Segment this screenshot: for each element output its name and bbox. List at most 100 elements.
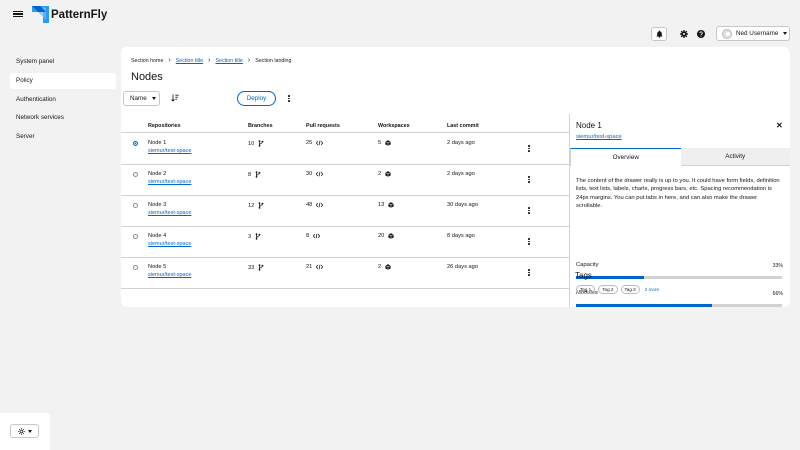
- last-commit-value: 30 days ago: [447, 202, 478, 208]
- workspaces-value: 13: [378, 202, 385, 208]
- sort-select[interactable]: Name: [123, 91, 160, 106]
- table-row[interactable]: Node 3 siemur/test-space 12 48 13 30 day…: [121, 196, 569, 227]
- settings-button[interactable]: [676, 27, 692, 41]
- cube-icon: [385, 140, 391, 146]
- row-select-radio[interactable]: [133, 203, 138, 208]
- row-repo-link[interactable]: siemur/test-space: [148, 241, 191, 247]
- sidebar-item-network-services[interactable]: Network services: [10, 110, 116, 126]
- row-select-radio[interactable]: [133, 172, 138, 177]
- prs-value: 30: [306, 171, 313, 177]
- progress-value-capacity: 33%: [772, 263, 783, 269]
- drawer-repo-link[interactable]: siemur/test-space: [576, 134, 622, 140]
- drawer-tags-section: Tags Tag 1 Tag 2 Tag 3 2 more: [569, 270, 790, 310]
- col-branches[interactable]: Branches: [248, 123, 273, 129]
- patternfly-logo-icon: [32, 6, 49, 23]
- row-name: Node 5: [148, 264, 167, 270]
- branches-cell: 12: [248, 202, 264, 209]
- sort-amount-down-icon[interactable]: [171, 94, 179, 102]
- main-card: Section home › Section title › Section t…: [121, 47, 790, 307]
- cube-icon: [385, 171, 391, 177]
- row-kebab-icon[interactable]: [528, 176, 530, 183]
- code-icon: [316, 264, 324, 270]
- row-kebab-icon[interactable]: [528, 269, 530, 276]
- theme-panel: [0, 413, 50, 450]
- more-tags-button[interactable]: 2 more: [645, 287, 659, 292]
- table-row[interactable]: Node 2 siemur/test-space 8 30 2 2 days a…: [121, 165, 569, 196]
- tags-heading: Tags: [575, 271, 592, 280]
- col-last-commit[interactable]: Last commit: [447, 123, 479, 129]
- prs-value: 48: [306, 202, 313, 208]
- col-repositories[interactable]: Repositories: [148, 123, 181, 129]
- table-row[interactable]: Node 4 siemur/test-space 3 8 20 8 days a…: [121, 227, 569, 258]
- branches-cell: 3: [248, 233, 261, 240]
- user-name: Ned Username: [736, 30, 779, 37]
- drawer-description: The content of the drawer really is up t…: [576, 178, 780, 210]
- workspaces-cell: 2: [378, 264, 391, 270]
- row-name: Node 1: [148, 140, 167, 146]
- hamburger-menu-icon[interactable]: [13, 9, 23, 19]
- toolbar-kebab-icon[interactable]: [288, 95, 290, 102]
- sidebar-item-policy[interactable]: Policy: [10, 72, 116, 89]
- notification-button[interactable]: [651, 27, 667, 41]
- row-kebab-icon[interactable]: [528, 238, 530, 245]
- deploy-button[interactable]: Deploy: [237, 91, 276, 106]
- progress-label-capacity: Capacity: [576, 262, 599, 268]
- code-icon: [316, 171, 324, 177]
- branches-value: 33: [248, 264, 255, 271]
- tag-label[interactable]: Tag 2: [598, 285, 618, 294]
- user-dropdown[interactable]: Ned Username: [716, 26, 790, 41]
- tag-label[interactable]: Tag 3: [620, 285, 640, 294]
- sidebar-item-server[interactable]: Server: [10, 129, 116, 145]
- avatar: [722, 28, 732, 39]
- sidebar-item-authentication[interactable]: Authentication: [10, 92, 116, 108]
- caret-down-icon: [783, 32, 788, 35]
- row-kebab-icon[interactable]: [528, 207, 530, 214]
- row-repo-link[interactable]: siemur/test-space: [148, 148, 191, 154]
- last-commit-value: 2 days ago: [447, 171, 475, 177]
- close-icon[interactable]: ✕: [776, 121, 783, 130]
- cube-icon: [385, 264, 391, 270]
- workspaces-value: 2: [378, 264, 382, 270]
- col-pull-requests[interactable]: Pull requests: [306, 123, 340, 129]
- prs-cell: 8: [306, 233, 321, 239]
- sidebar-item-system-panel[interactable]: System panel: [10, 54, 116, 70]
- tab-overview[interactable]: Overview: [570, 148, 681, 166]
- table-row[interactable]: Node 1 siemur/test-space 10 25 5 2 days …: [121, 134, 569, 165]
- branches-cell: 8: [248, 171, 261, 178]
- row-repo-link[interactable]: siemur/test-space: [148, 210, 191, 216]
- last-commit-value: 2 days ago: [447, 140, 475, 146]
- table-row[interactable]: Node 5 siemur/test-space 33 21 2 26 days…: [121, 258, 569, 289]
- branches-cell: 33: [248, 264, 264, 271]
- cube-icon: [388, 202, 394, 208]
- caret-down-icon: [27, 429, 32, 433]
- brand-logo[interactable]: PatternFly: [32, 6, 107, 23]
- bell-icon: [655, 30, 663, 38]
- row-repo-link[interactable]: siemur/test-space: [148, 272, 191, 278]
- prs-value: 21: [306, 264, 313, 270]
- prs-cell: 25: [306, 140, 324, 146]
- theme-toggle-button[interactable]: [10, 424, 39, 438]
- row-select-radio[interactable]: [133, 265, 138, 270]
- code-branch-icon: [255, 233, 261, 240]
- row-repo-link[interactable]: siemur/test-space: [148, 179, 191, 185]
- help-button[interactable]: [693, 27, 709, 41]
- sort-select-label: Name: [130, 95, 147, 102]
- row-select-radio[interactable]: [133, 234, 138, 239]
- masthead: PatternFly Ned Username: [0, 0, 800, 44]
- table-section: Name Deploy Repositories Branches Pull r…: [121, 47, 569, 307]
- drawer-title: Node 1: [576, 121, 602, 130]
- workspaces-cell: 5: [378, 140, 391, 146]
- col-workspaces[interactable]: Workspaces: [378, 123, 410, 129]
- tag-group: Tag 1 Tag 2 Tag 3 2 more: [576, 285, 659, 294]
- brand-name: PatternFly: [51, 8, 108, 21]
- branches-value: 12: [248, 202, 255, 209]
- row-select-radio[interactable]: [133, 141, 138, 146]
- table-header: Repositories Branches Pull requests Work…: [121, 120, 569, 133]
- row-kebab-icon[interactable]: [528, 145, 530, 152]
- prs-value: 25: [306, 140, 313, 146]
- tag-label[interactable]: Tag 1: [576, 285, 596, 294]
- code-icon: [316, 202, 324, 208]
- tab-activity[interactable]: Activity: [680, 148, 790, 166]
- code-icon: [313, 233, 321, 239]
- cube-icon: [388, 233, 394, 239]
